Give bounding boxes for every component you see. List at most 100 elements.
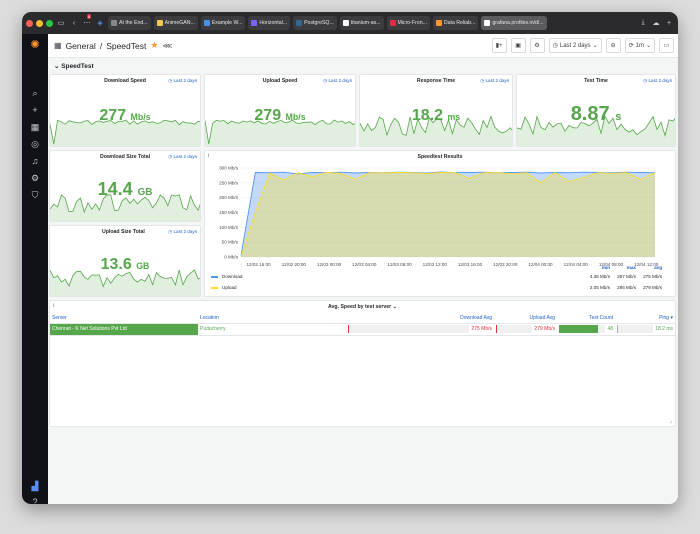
browser-tab[interactable]: AnimeGAN...: [153, 16, 198, 30]
x-tick-label: 12/03 12:00: [423, 262, 448, 267]
legend-download-min: 4.36 Mb/s: [589, 274, 610, 279]
refresh-icon: ⟳: [628, 43, 634, 49]
upload-speed-panel[interactable]: Upload Speed ◷ Last 2 days 279 Mb/s: [204, 74, 356, 147]
browser-tab[interactable]: grafana.profiles.in/d/...: [481, 16, 547, 30]
stat-value: 13.6 GB: [50, 256, 200, 274]
stat-number: 279: [254, 107, 282, 124]
cloud-icon[interactable]: ☁: [651, 19, 661, 27]
legend-download[interactable]: Download: [211, 274, 242, 279]
stat-unit: GB: [136, 261, 150, 271]
download-icon[interactable]: ⤓: [638, 19, 648, 27]
legend-label: Download: [222, 274, 243, 279]
cell-server: Chennet - K Net Solutions Pvt Ltd: [50, 323, 198, 336]
col-download-avg[interactable]: Download Avg: [346, 313, 494, 324]
chevron-down-icon: ⌄: [645, 43, 651, 49]
refresh-button[interactable]: ⟳ 1m ⌄: [624, 38, 655, 53]
breadcrumb-folder[interactable]: General: [66, 41, 96, 51]
x-tick-label: 12/03 00:00: [317, 262, 342, 267]
explore-icon[interactable]: ◎: [29, 138, 41, 150]
dashboards-icon[interactable]: ▦: [29, 121, 41, 133]
tab-favicon-icon: [435, 20, 442, 26]
legend-upload-min: 2.05 Mb/s: [589, 285, 610, 290]
speedtest-results-panel[interactable]: i Speedtest Results 300 Mb/s 250 Mb/s 200 …: [204, 150, 676, 297]
help-icon[interactable]: ?: [29, 496, 41, 504]
col-test-count[interactable]: Test Count: [557, 313, 615, 324]
range-label: Last 2 days: [485, 78, 510, 83]
panel-time-range: ◷ Last 2 days: [168, 229, 197, 234]
browser-tab[interactable]: PostgreSQ...: [293, 16, 337, 30]
breadcrumb-separator: /: [99, 40, 103, 51]
download-size-total-panel[interactable]: Download Size Total ◷ Last 2 days 14.4 G…: [49, 150, 201, 222]
zoom-out-icon[interactable]: ⊖: [605, 38, 621, 53]
legend-header-max: max: [626, 265, 636, 270]
legend-download-max: 287 Mb/s: [617, 274, 636, 279]
legend-upload[interactable]: Upload: [211, 285, 237, 290]
back-icon[interactable]: ‹: [69, 20, 79, 27]
avg-speed-table-panel[interactable]: i Avg. Speed by test server ⌄ Server Loc…: [49, 300, 676, 427]
tab-favicon-icon: [203, 20, 210, 26]
test-time-panel[interactable]: Test Time ◷ Last 2 days 8.87 s: [516, 74, 676, 147]
stat-value: 14.4 GB: [50, 179, 200, 200]
col-location[interactable]: Location: [198, 313, 346, 324]
dashboard-topbar: ▦ General / SpeedTest ★ ⋘ ▮+ ▣ ⚙ ◷ Last 2…: [48, 34, 678, 58]
table-row[interactable]: Chennet - K Net Solutions Pvt Ltd Puduch…: [50, 323, 675, 336]
time-range-picker[interactable]: ◷ Last 2 days ⌄: [548, 38, 602, 53]
y-tick-label: 200 Mb/s: [219, 195, 239, 200]
settings-icon[interactable]: ⚙: [529, 38, 545, 53]
new-tab-icon[interactable]: +: [664, 20, 674, 27]
share-icon[interactable]: ⋘: [162, 42, 172, 50]
minimize-window-button[interactable]: [36, 19, 43, 27]
chevron-down-icon: ⌄: [392, 304, 398, 310]
star-icon[interactable]: ★: [150, 40, 158, 51]
row-title[interactable]: ⌄ SpeedTest: [54, 62, 94, 70]
tab-favicon-icon: [251, 20, 258, 26]
col-ping[interactable]: Ping ▾: [615, 313, 675, 324]
user-avatar[interactable]: ▟: [29, 480, 41, 492]
browser-tab[interactable]: Micro-Fron...: [386, 16, 430, 30]
alerting-icon[interactable]: ♫: [29, 155, 41, 167]
download-avg-value: 275 Mb/s: [471, 326, 492, 332]
tv-mode-icon[interactable]: ▭: [659, 38, 674, 53]
upload-size-total-panel[interactable]: Upload Size Total ◷ Last 2 days 13.6 GB: [49, 225, 201, 297]
browser-tab[interactable]: Data Reliab...: [432, 16, 479, 30]
resize-handle[interactable]: ⌟: [670, 418, 672, 424]
tab-label: AnimeGAN...: [164, 20, 195, 26]
extensions-icon[interactable]: ⋯ 8: [82, 14, 92, 27]
tab-favicon-icon: [296, 20, 303, 26]
y-tick-label: 0 Mb/s: [224, 255, 238, 260]
range-label: Last 2 days: [328, 78, 353, 83]
add-panel-icon[interactable]: ▮+: [491, 38, 507, 53]
page-title[interactable]: SpeedTest: [106, 41, 146, 51]
search-icon[interactable]: ⌕: [29, 87, 41, 99]
time-range-label: Last 2 days: [559, 42, 591, 49]
create-icon[interactable]: +: [29, 104, 41, 116]
stat-value: 18.2 ms: [360, 107, 512, 125]
panel-time-range: ◷ Last 2 days: [168, 78, 197, 83]
clock-icon: ◷: [552, 43, 558, 49]
browser-tab[interactable]: Horizontal...: [248, 16, 291, 30]
settings-gear-icon[interactable]: ⚙: [29, 172, 41, 184]
save-icon[interactable]: ▣: [510, 38, 526, 53]
tab-favicon-icon: [342, 20, 349, 26]
col-upload-avg[interactable]: Upload Avg: [494, 313, 557, 324]
dashboard-grid-icon: ▦: [54, 41, 62, 50]
shield-admin-icon[interactable]: ⛉: [29, 189, 41, 201]
browser-tab[interactable]: At the End...: [108, 16, 151, 30]
sidebar-toggle-icon[interactable]: ▭: [56, 19, 66, 27]
browser-tab[interactable]: Example W...: [200, 16, 246, 30]
legend-upload-max: 286 Mb/s: [617, 285, 636, 290]
download-speed-panel[interactable]: Download Speed ◷ Last 2 days 277 Mb/s: [49, 74, 201, 147]
maximize-window-button[interactable]: [46, 19, 53, 27]
response-time-panel[interactable]: Response Time ◷ Last 2 days 18.2 ms: [359, 74, 513, 147]
table-title[interactable]: Avg. Speed by test server ⌄: [50, 304, 675, 310]
col-server[interactable]: Server: [50, 313, 198, 324]
test-count-gauge: [559, 325, 606, 333]
browser-tab[interactable]: titanium-as...: [339, 16, 384, 30]
legend-label: Upload: [222, 285, 237, 290]
grafana-logo-icon[interactable]: ✺: [29, 39, 41, 51]
table-title-label: Avg. Speed by test server: [327, 304, 392, 310]
close-window-button[interactable]: [26, 19, 33, 27]
shield-icon[interactable]: ◈: [95, 19, 105, 27]
x-tick-label: 12/02 16:00: [246, 262, 271, 267]
refresh-interval: 1m: [635, 42, 644, 49]
